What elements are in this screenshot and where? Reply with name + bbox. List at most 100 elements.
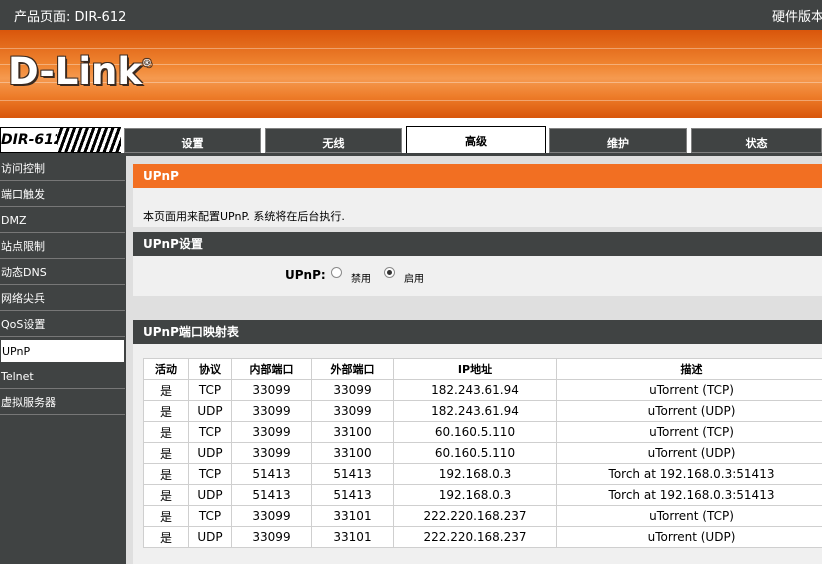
cell-protocol: TCP	[188, 379, 232, 401]
cell-protocol: TCP	[188, 505, 232, 527]
table-header-row: 活动 协议 内部端口 外部端口 IP地址 描述	[143, 358, 822, 380]
cell-active: 是	[143, 526, 189, 548]
sidebar-item-qos[interactable]: QoS设置	[0, 313, 125, 337]
model-badge: DIR-612	[0, 127, 121, 153]
upnp-port-map-panel: UPnP端口映射表 活动 协议 内部端口 外部端口 IP地址 描述 是 TCP 33…	[133, 320, 822, 564]
cell-ip-address: 192.168.0.3	[393, 484, 557, 506]
cell-description: uTorrent (UDP)	[556, 526, 822, 548]
logo-text: D-Link	[8, 50, 142, 93]
cell-protocol: UDP	[188, 484, 232, 506]
cell-protocol: UDP	[188, 526, 232, 548]
cell-active: 是	[143, 421, 189, 443]
upnp-enable-radio[interactable]	[384, 267, 395, 278]
cell-description: Torch at 192.168.0.3:51413	[556, 484, 822, 506]
upnp-enable-label: 启用	[404, 274, 424, 285]
cell-ip-address: 222.220.168.237	[393, 505, 557, 527]
tab-advanced[interactable]: 高级	[406, 126, 546, 154]
cell-internal-port: 33099	[231, 379, 312, 401]
sidebar-item-dynamic-dns[interactable]: 动态DNS	[0, 261, 125, 285]
cell-internal-port: 51413	[231, 484, 312, 506]
cell-ip-address: 222.220.168.237	[393, 526, 557, 548]
col-header-protocol: 协议	[188, 358, 232, 380]
model-name: DIR-612	[1, 132, 64, 148]
cell-external-port: 33100	[311, 421, 394, 443]
table-row: 是 UDP 33099 33099 182.243.61.94 uTorrent (UDP…	[143, 400, 822, 422]
tab-label: 状态	[745, 137, 768, 150]
tab-label: 无线	[322, 137, 345, 150]
cell-protocol: UDP	[188, 442, 232, 464]
cell-internal-port: 33099	[231, 421, 312, 443]
panel-title: UPnP	[133, 164, 822, 188]
tab-status[interactable]: 状态	[691, 128, 822, 153]
sidebar-item-port-trigger[interactable]: 端口触发	[0, 183, 125, 207]
table-row: 是 UDP 33099 33100 60.160.5.110 uTorrent (UDP)	[143, 442, 822, 464]
table-row: 是 UDP 51413 51413 192.168.0.3 Torch at 192.16…	[143, 484, 822, 506]
product-page-label: 产品页面: DIR-612	[14, 10, 127, 25]
col-header-external-port: 外部端口	[311, 358, 394, 380]
tab-maintenance[interactable]: 维护	[549, 128, 687, 153]
sidebar-item-virtual-server[interactable]: 虚拟服务器	[0, 391, 125, 415]
cell-external-port: 33100	[311, 442, 394, 464]
cell-external-port: 33101	[311, 505, 394, 527]
cell-active: 是	[143, 505, 189, 527]
cell-description: uTorrent (UDP)	[556, 442, 822, 464]
upnp-label: UPnP:	[285, 268, 326, 282]
cell-active: 是	[143, 484, 189, 506]
tab-wireless[interactable]: 无线	[265, 128, 402, 153]
top-bar: 产品页面: DIR-612 硬件版本	[0, 0, 822, 30]
sidebar-item-site-restriction[interactable]: 站点限制	[0, 235, 125, 259]
table-row: 是 TCP 33099 33101 222.220.168.237 uTorrent (T…	[143, 505, 822, 527]
panel-title: UPnP端口映射表	[133, 320, 822, 344]
port-map-table: 活动 协议 内部端口 外部端口 IP地址 描述 是 TCP 33099 33099 18…	[143, 358, 822, 548]
cell-active: 是	[143, 463, 189, 485]
col-header-description: 描述	[556, 358, 822, 380]
tab-label: 设置	[181, 137, 204, 150]
sidebar-item-access-control[interactable]: 访问控制	[0, 157, 125, 181]
dlink-logo[interactable]: D-Link®	[8, 50, 152, 93]
tab-label: 高级	[465, 135, 487, 148]
table-row: 是 UDP 33099 33101 222.220.168.237 uTorrent (U…	[143, 526, 822, 548]
cell-description: Torch at 192.168.0.3:51413	[556, 463, 822, 485]
sidebar-item-network-sentinel[interactable]: 网络尖兵	[0, 287, 125, 311]
upnp-disable-radio[interactable]	[331, 267, 342, 278]
col-header-active: 活动	[143, 358, 189, 380]
cell-internal-port: 33099	[231, 442, 312, 464]
cell-description: uTorrent (TCP)	[556, 505, 822, 527]
sidebar-item-dmz[interactable]: DMZ	[0, 209, 125, 233]
sidebar-item-telnet[interactable]: Telnet	[0, 365, 125, 389]
registered-mark: ®	[141, 58, 152, 69]
cell-external-port: 33101	[311, 526, 394, 548]
cell-ip-address: 60.160.5.110	[393, 421, 557, 443]
cell-description: uTorrent (TCP)	[556, 421, 822, 443]
col-header-internal-port: 内部端口	[231, 358, 312, 380]
cell-active: 是	[143, 442, 189, 464]
cell-internal-port: 33099	[231, 505, 312, 527]
upnp-settings-panel: UPnP设置 UPnP: 禁用 启用	[133, 232, 822, 296]
cell-protocol: TCP	[188, 463, 232, 485]
brand-banner: D-Link®	[0, 30, 822, 118]
cell-description: uTorrent (UDP)	[556, 400, 822, 422]
sidebar: 访问控制 端口触发 DMZ 站点限制 动态DNS 网络尖兵 QoS设置 UPnP…	[0, 156, 126, 564]
cell-active: 是	[143, 400, 189, 422]
panel-title: UPnP设置	[133, 232, 822, 256]
cell-protocol: UDP	[188, 400, 232, 422]
stripe-decoration	[57, 128, 121, 152]
col-header-ip-address: IP地址	[393, 358, 557, 380]
table-row: 是 TCP 33099 33100 60.160.5.110 uTorrent (TCP)	[143, 421, 822, 443]
cell-internal-port: 33099	[231, 400, 312, 422]
cell-internal-port: 51413	[231, 463, 312, 485]
upnp-disable-label: 禁用	[351, 274, 371, 285]
cell-external-port: 51413	[311, 463, 394, 485]
cell-external-port: 51413	[311, 484, 394, 506]
cell-internal-port: 33099	[231, 526, 312, 548]
cell-protocol: TCP	[188, 421, 232, 443]
upnp-info-panel: UPnP 本页面用来配置UPnP. 系统将在后台执行.	[133, 164, 822, 227]
cell-active: 是	[143, 379, 189, 401]
cell-ip-address: 192.168.0.3	[393, 463, 557, 485]
table-row: 是 TCP 51413 51413 192.168.0.3 Torch at 192.16…	[143, 463, 822, 485]
panel-description: 本页面用来配置UPnP. 系统将在后台执行.	[143, 210, 345, 223]
cell-description: uTorrent (TCP)	[556, 379, 822, 401]
sidebar-item-upnp[interactable]: UPnP	[0, 339, 125, 363]
tab-setup[interactable]: 设置	[124, 128, 261, 153]
cell-ip-address: 182.243.61.94	[393, 400, 557, 422]
